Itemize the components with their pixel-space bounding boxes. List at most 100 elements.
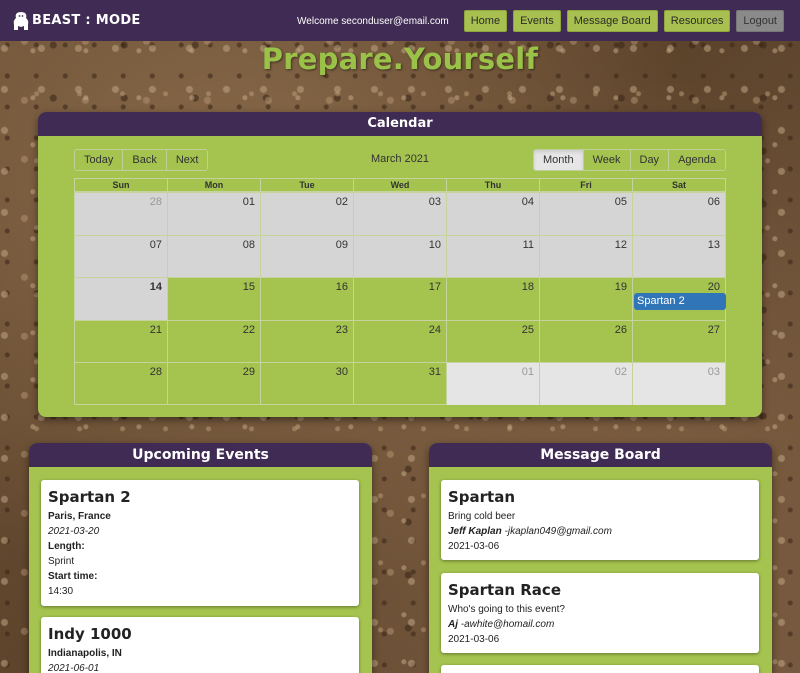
message-date: 2021-03-06 — [448, 541, 500, 552]
message-card[interactable]: Spartan Bring cold beer Jeff Kaplan -jka… — [441, 480, 759, 560]
day-cell[interactable]: 22 — [167, 320, 260, 363]
day-cell[interactable]: 27 — [632, 320, 725, 363]
week-row: 28 01 02 03 04 05 06 — [75, 192, 725, 235]
nav-resources-button[interactable]: Resources — [663, 10, 731, 32]
nav-message-board-button[interactable]: Message Board — [566, 10, 658, 32]
week-row: 07 08 09 10 11 12 13 — [75, 234, 725, 278]
event-location: Indianapolis, IN — [48, 648, 122, 659]
upcoming-events-panel: Upcoming Events Spartan 2 Paris, France … — [29, 443, 372, 673]
calendar-header: Calendar — [38, 112, 762, 136]
view-day-button[interactable]: Day — [629, 149, 670, 171]
event-length-label: Length: — [48, 541, 85, 552]
weekday-mon: Mon — [167, 179, 260, 191]
day-cell[interactable]: 09 — [260, 235, 353, 278]
day-cell[interactable]: 29 — [167, 363, 260, 405]
event-name: Indy 1000 — [48, 625, 132, 643]
event-start-time: 14:30 — [48, 586, 74, 597]
day-cell[interactable]: 17 — [353, 278, 446, 320]
day-cell[interactable]: 16 — [260, 278, 353, 320]
calendar-panel: Calendar Today Back Next March 2021 Mont… — [38, 112, 762, 417]
week-row: 21 22 23 24 25 26 27 — [75, 319, 725, 363]
day-cell-next-month[interactable]: 03 — [632, 363, 725, 405]
day-cell[interactable]: 05 — [539, 193, 632, 235]
event-location: Paris, France — [48, 511, 111, 522]
day-cell[interactable]: 24 — [353, 320, 446, 363]
message-board-panel: Message Board Spartan Bring cold beer Je… — [429, 443, 772, 673]
nav-home-button[interactable]: Home — [463, 10, 508, 32]
calendar-view-group: Month Week Day Agenda — [533, 149, 726, 171]
day-cell-next-month[interactable]: 01 — [446, 363, 539, 405]
message-author-line: Jeff Kaplan -jkaplan049@gmail.com — [448, 524, 752, 539]
day-cell[interactable]: 25 — [446, 320, 539, 363]
brand-name: BEAST : MODE — [32, 13, 141, 28]
month-grid: Sun Mon Tue Wed Thu Fri Sat 28 01 02 03 … — [74, 178, 726, 405]
event-card[interactable]: Indy 1000 Indianapolis, IN 2021-06-01 — [41, 617, 359, 673]
message-date: 2021-03-06 — [448, 634, 500, 645]
day-cell[interactable]: 18 — [446, 278, 539, 320]
upcoming-events-header: Upcoming Events — [29, 443, 372, 467]
day-cell[interactable]: 01 — [167, 193, 260, 235]
week-row: 28 29 30 31 01 02 03 — [75, 362, 725, 405]
day-cell[interactable]: 08 — [167, 235, 260, 278]
message-body: Bring cold beer — [448, 511, 516, 522]
view-agenda-button[interactable]: Agenda — [668, 149, 726, 171]
calendar-toolbar: Today Back Next March 2021 Month Week Da… — [74, 149, 726, 171]
weekday-wed: Wed — [353, 179, 446, 191]
calendar-event-chip[interactable]: Spartan 2 — [634, 293, 726, 311]
day-cell[interactable]: 21 — [75, 321, 167, 363]
weekday-thu: Thu — [446, 179, 539, 191]
view-week-button[interactable]: Week — [582, 149, 631, 171]
day-cell[interactable]: 31 — [353, 363, 446, 405]
day-cell-next-month[interactable]: 02 — [539, 363, 632, 405]
nav-right: Welcome seconduser@email.com Home Events… — [297, 10, 784, 32]
day-cell[interactable]: 12 — [539, 235, 632, 278]
event-name: Spartan 2 — [48, 488, 131, 506]
message-title: Spartan — [448, 488, 516, 506]
day-cell[interactable]: 28 — [75, 363, 167, 405]
weekday-header-row: Sun Mon Tue Wed Thu Fri Sat — [75, 179, 725, 192]
day-cell[interactable]: 02 — [260, 193, 353, 235]
weekday-sun: Sun — [112, 180, 130, 190]
page-title: Prepare.Yourself — [261, 42, 539, 76]
message-email: -jkaplan049@gmail.com — [501, 526, 612, 537]
message-author: Aj — [448, 619, 458, 630]
day-cell[interactable]: 23 — [260, 320, 353, 363]
event-date: 2021-06-01 — [48, 663, 100, 673]
message-title: Spartan Race — [448, 581, 561, 599]
weekday-sat: Sat — [632, 179, 725, 191]
day-cell[interactable]: 13 — [632, 235, 725, 278]
message-email: -awhite@homail.com — [458, 619, 555, 630]
day-cell[interactable]: 30 — [260, 363, 353, 405]
event-length: Sprint — [48, 556, 75, 567]
day-cell[interactable]: 15 — [167, 278, 260, 320]
nav-events-button[interactable]: Events — [513, 10, 561, 32]
day-cell[interactable]: 07 — [75, 235, 167, 278]
message-board-header: Message Board — [429, 443, 772, 467]
event-card[interactable]: Spartan 2 Paris, France 2021-03-20 Lengt… — [41, 480, 359, 606]
day-cell[interactable]: 06 — [632, 193, 725, 235]
weekday-fri: Fri — [539, 179, 632, 191]
message-card[interactable] — [441, 665, 759, 673]
welcome-text: Welcome seconduser@email.com — [297, 15, 449, 27]
message-card[interactable]: Spartan Race Who's going to this event? … — [441, 573, 759, 653]
day-cell[interactable]: 28 — [75, 193, 167, 235]
top-navbar: BEAST : MODE Welcome seconduser@email.co… — [0, 0, 800, 41]
week-row: 14 15 16 17 18 19 20 Spartan 2 — [75, 277, 726, 320]
day-cell[interactable]: 03 — [353, 193, 446, 235]
day-cell[interactable]: 10 — [353, 235, 446, 278]
gorilla-icon — [13, 11, 29, 30]
message-author-line: Aj -awhite@homail.com — [448, 617, 752, 632]
brand-logo[interactable]: BEAST : MODE — [12, 11, 141, 31]
event-date: 2021-03-20 — [48, 526, 100, 537]
event-start-label: Start time: — [48, 571, 98, 582]
day-cell-today[interactable]: 14 — [75, 278, 167, 320]
view-month-button[interactable]: Month — [533, 149, 584, 171]
logout-button[interactable]: Logout — [736, 10, 784, 32]
day-cell[interactable]: 11 — [446, 235, 539, 278]
weekday-tue: Tue — [260, 179, 353, 191]
message-author: Jeff Kaplan — [448, 526, 502, 537]
day-cell[interactable]: 19 — [539, 278, 632, 320]
message-body: Who's going to this event? — [448, 604, 565, 615]
day-cell[interactable]: 04 — [446, 193, 539, 235]
day-cell[interactable]: 26 — [539, 320, 632, 363]
